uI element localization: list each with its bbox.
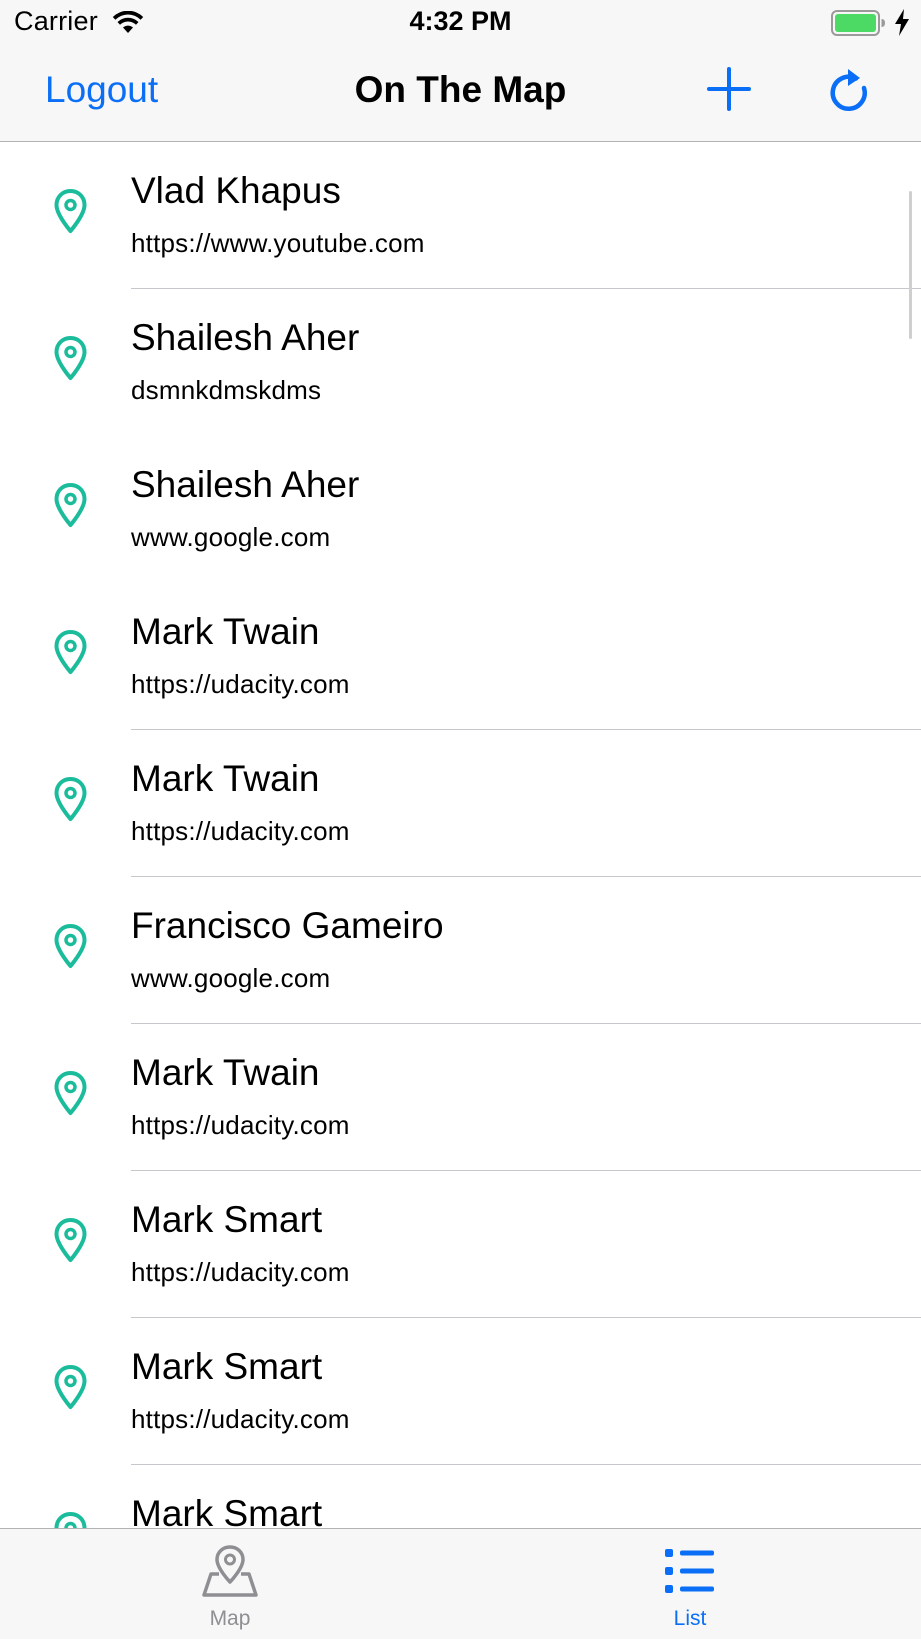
status-bar: Carrier 4:32 PM	[0, 0, 921, 45]
student-url: https://udacity.com	[131, 816, 350, 846]
list-item[interactable]: Mark Smart	[0, 1465, 921, 1528]
list-icon	[665, 1549, 714, 1593]
list-item[interactable]: Shailesh Aher www.google.com	[0, 436, 921, 583]
list-item[interactable]: Mark Smart https://udacity.com	[0, 1318, 921, 1465]
list-item[interactable]: Shailesh Aher dsmnkdmskdms	[0, 289, 921, 436]
student-url: https://udacity.com	[131, 1257, 350, 1287]
student-name: Shailesh Aher	[131, 317, 360, 358]
charging-bolt-icon	[895, 9, 909, 36]
student-url: https://www.youtube.com	[131, 228, 425, 258]
navigation-bar: Logout On The Map	[0, 45, 921, 142]
student-url: www.google.com	[131, 522, 331, 552]
student-name: Shailesh Aher	[131, 464, 360, 505]
tab-list[interactable]: List	[590, 1529, 790, 1639]
student-name: Mark Smart	[131, 1346, 323, 1387]
status-time: 4:32 PM	[409, 6, 512, 36]
student-name: Vlad Khapus	[131, 170, 341, 211]
student-url: https://udacity.com	[131, 1110, 350, 1140]
map-pin-icon	[54, 1512, 87, 1528]
tab-map[interactable]: Map	[130, 1529, 330, 1639]
list-item[interactable]: Mark Twain https://udacity.com	[0, 583, 921, 730]
student-location-list[interactable]: Vlad Khapus https://www.youtube.com Shai…	[0, 142, 921, 1528]
map-pin-icon	[54, 1218, 87, 1262]
map-pin-icon	[54, 1071, 87, 1115]
student-url: www.google.com	[131, 963, 331, 993]
map-pin-icon	[54, 336, 87, 380]
refresh-icon[interactable]	[826, 66, 872, 114]
student-url: dsmnkdmskdms	[131, 375, 322, 405]
student-name: Mark Smart	[131, 1493, 323, 1528]
student-name: Mark Twain	[131, 758, 320, 799]
map-pin-icon	[54, 630, 87, 674]
plus-icon[interactable]	[705, 65, 753, 113]
list-item[interactable]: Francisco Gameiro www.google.com	[0, 877, 921, 1024]
map-pin-icon	[54, 777, 87, 821]
map-pin-icon	[54, 189, 87, 233]
student-name: Mark Twain	[131, 611, 320, 652]
student-url: https://udacity.com	[131, 1404, 350, 1434]
list-item[interactable]: Mark Smart https://udacity.com	[0, 1171, 921, 1318]
student-name: Mark Twain	[131, 1052, 320, 1093]
student-url: https://udacity.com	[131, 669, 350, 699]
student-name: Francisco Gameiro	[131, 905, 444, 946]
list-item[interactable]: Mark Twain https://udacity.com	[0, 730, 921, 877]
map-pin-icon	[54, 1365, 87, 1409]
map-pin-icon	[54, 483, 87, 527]
list-item[interactable]: Vlad Khapus https://www.youtube.com	[0, 142, 921, 289]
list-item[interactable]: Mark Twain https://udacity.com	[0, 1024, 921, 1171]
tab-list-label: List	[673, 1607, 707, 1630]
tab-map-label: Map	[209, 1607, 251, 1630]
map-icon	[202, 1545, 258, 1597]
scroll-indicator[interactable]	[909, 191, 912, 339]
student-name: Mark Smart	[131, 1199, 323, 1240]
battery-icon	[831, 10, 885, 36]
page-title: On The Map	[354, 69, 567, 110]
tab-bar: Map List	[0, 1528, 921, 1639]
map-pin-icon	[54, 924, 87, 968]
